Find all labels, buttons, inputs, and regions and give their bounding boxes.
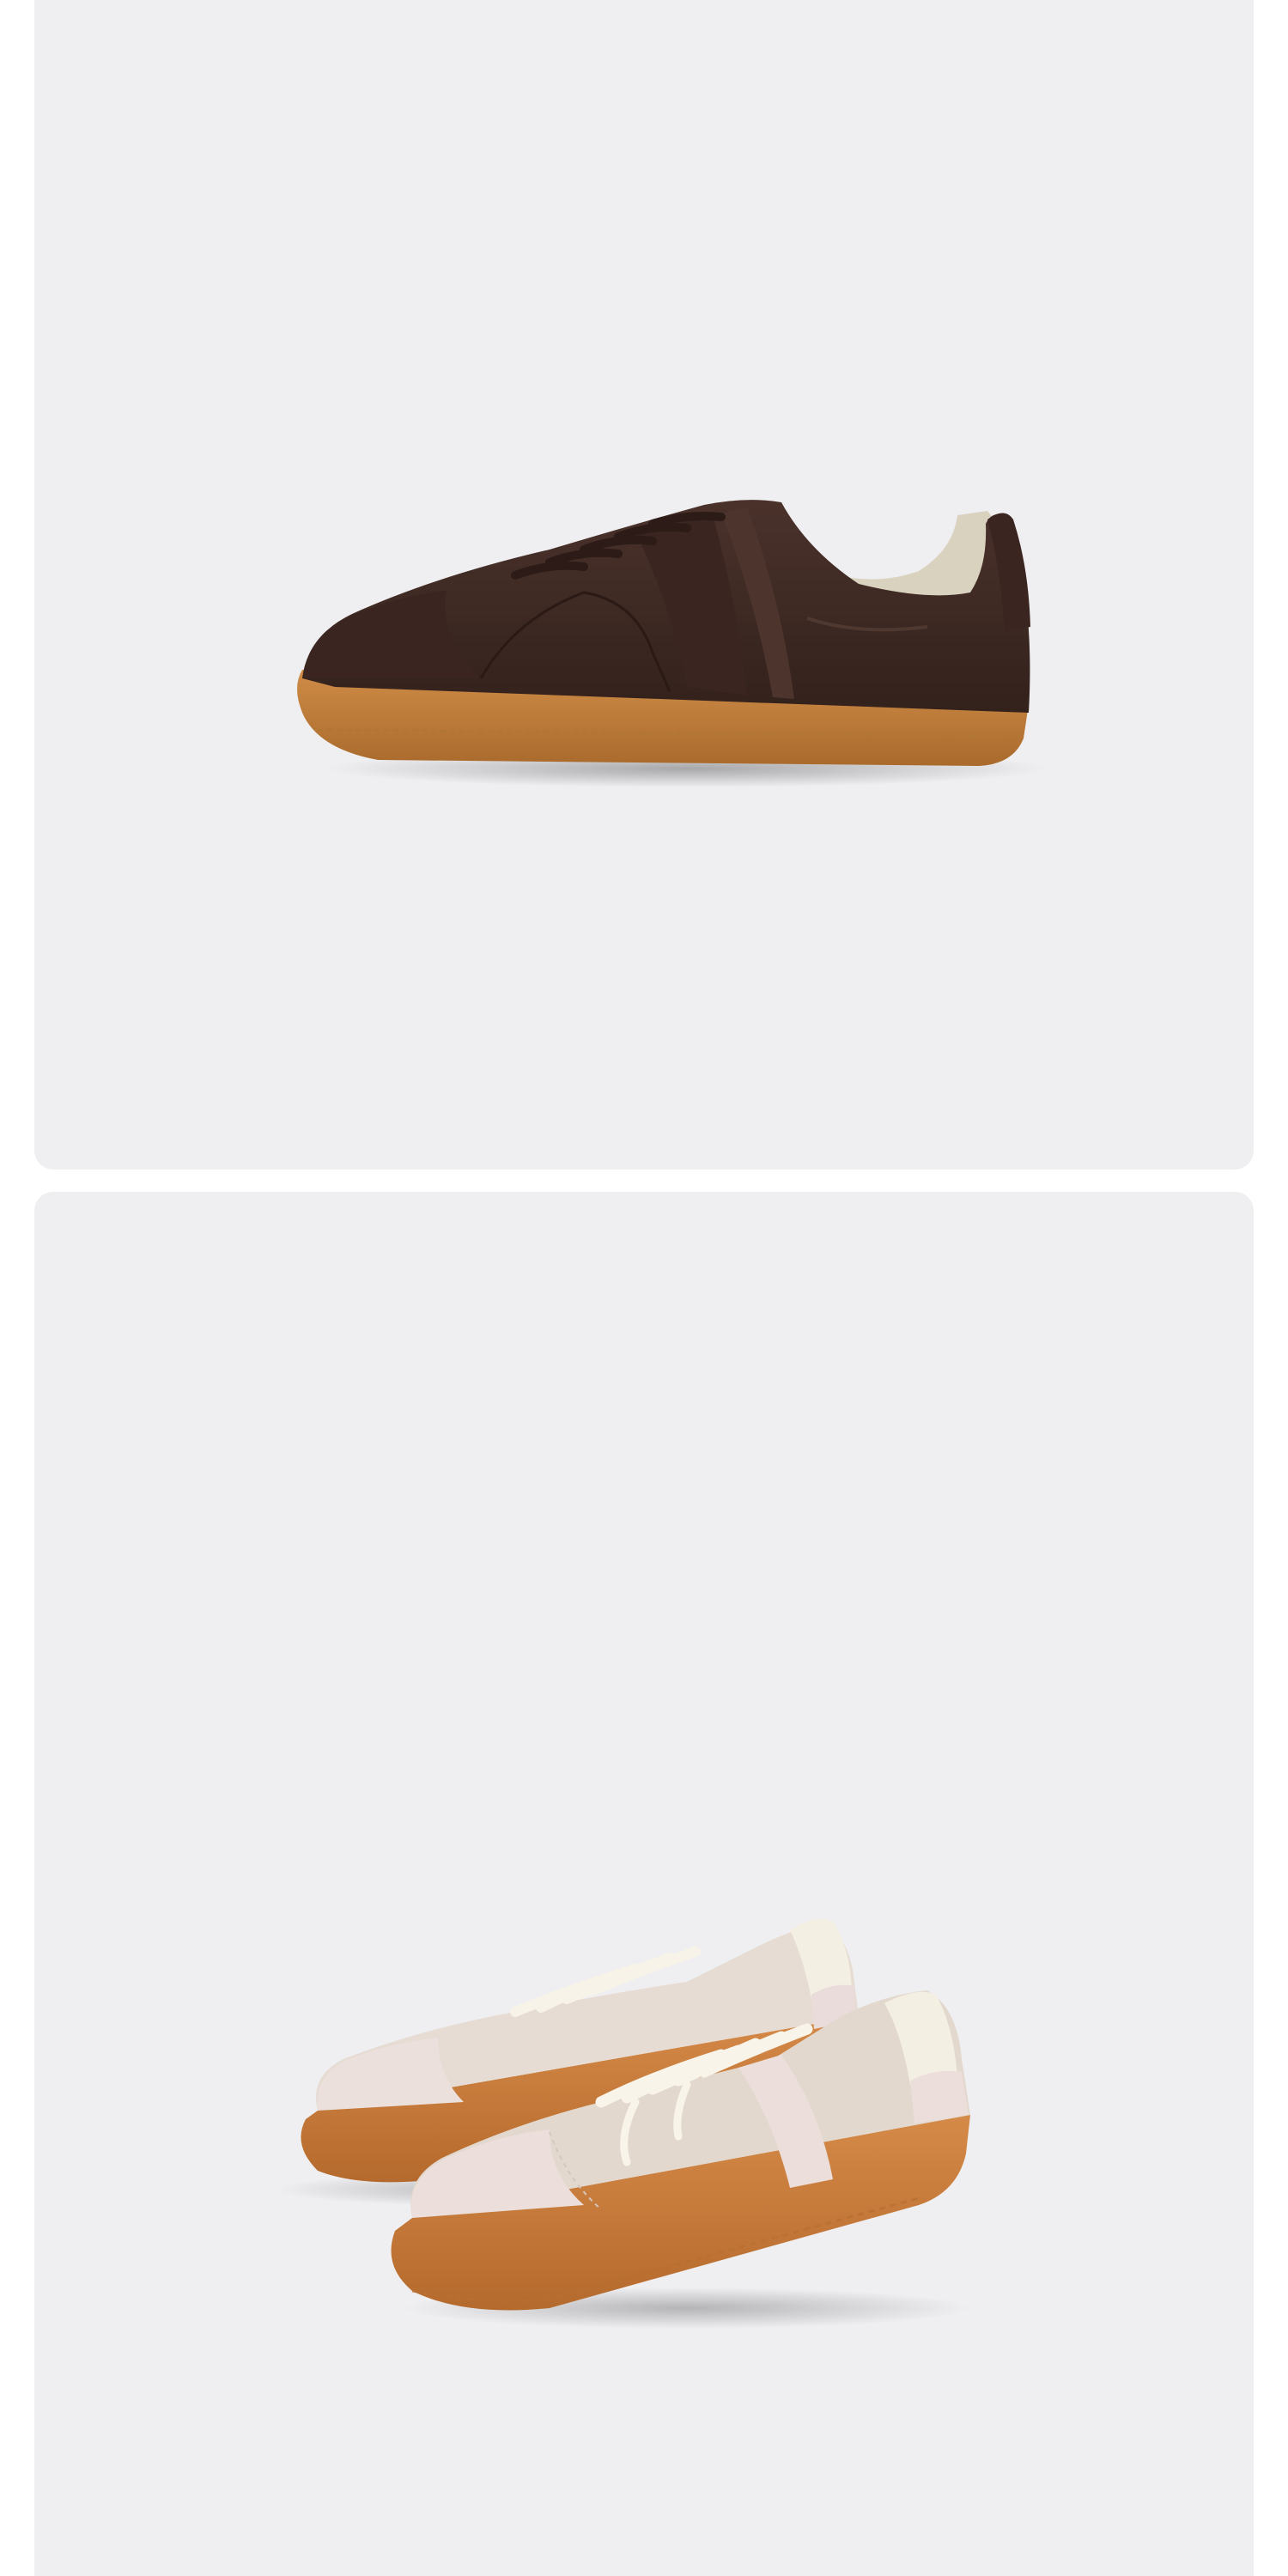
beige-sneaker-pair-image xyxy=(34,1192,1254,2576)
product-image-card-beige xyxy=(34,1192,1254,2576)
product-gallery xyxy=(0,0,1288,2576)
product-image-card-brown xyxy=(34,0,1254,1170)
brown-sneaker-image xyxy=(34,0,1254,1170)
